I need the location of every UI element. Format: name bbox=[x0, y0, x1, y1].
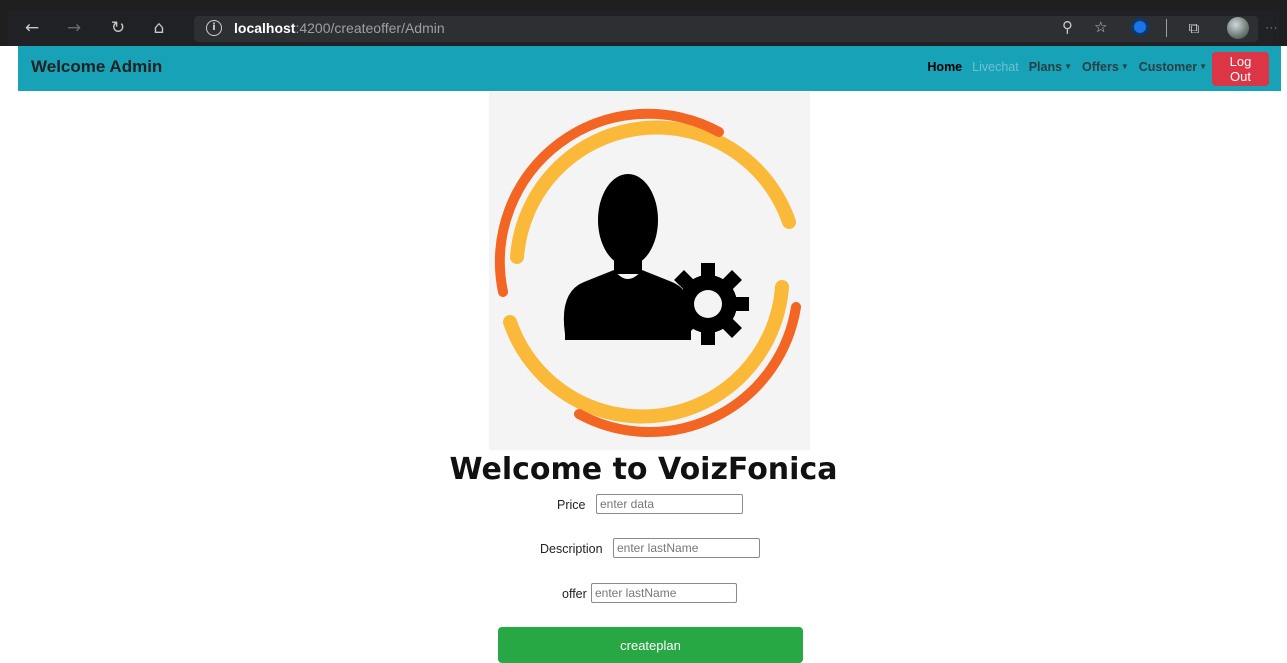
back-arrow-icon[interactable]: ← bbox=[18, 10, 46, 46]
admin-settings-icon bbox=[494, 108, 801, 437]
navbar-brand[interactable]: Welcome Admin bbox=[31, 57, 162, 77]
offer-label: offer bbox=[562, 587, 587, 601]
admin-logo-image bbox=[489, 92, 810, 450]
chevron-down-icon: ▼ bbox=[1064, 62, 1072, 71]
toolbar-divider bbox=[1166, 19, 1167, 37]
address-url: localhost:4200/createoffer/Admin bbox=[234, 20, 445, 36]
offer-input[interactable] bbox=[591, 583, 737, 603]
url-path: :4200/createoffer/Admin bbox=[295, 20, 445, 36]
nav-customer-label: Customer bbox=[1138, 60, 1198, 74]
address-bar[interactable]: i localhost:4200/createoffer/Admin ⚲ ☆ bbox=[194, 16, 1258, 42]
favorite-star-icon[interactable]: ☆ bbox=[1094, 18, 1107, 36]
nav-plans-label: Plans bbox=[1028, 60, 1063, 74]
site-info-icon[interactable]: i bbox=[206, 20, 222, 36]
logout-button[interactable]: Log Out bbox=[1212, 52, 1269, 86]
extension-icon[interactable] bbox=[1134, 21, 1146, 33]
refresh-icon[interactable]: ↻ bbox=[104, 10, 132, 46]
page-title: Welcome to VoizFonica bbox=[449, 452, 838, 487]
nav-livechat-link[interactable]: Livechat bbox=[972, 60, 1019, 74]
description-label: Description bbox=[540, 542, 603, 556]
more-menu-icon[interactable]: ⋯ bbox=[1264, 10, 1279, 46]
forward-arrow-icon[interactable]: → bbox=[60, 10, 88, 46]
chevron-down-icon: ▼ bbox=[1120, 62, 1129, 71]
description-input[interactable] bbox=[613, 538, 760, 558]
url-host: localhost bbox=[234, 20, 296, 36]
profile-avatar[interactable] bbox=[1227, 17, 1249, 39]
zoom-icon[interactable]: ⚲ bbox=[1062, 18, 1073, 36]
browser-chrome: ← → ↻ ⌂ i localhost:4200/createoffer/Adm… bbox=[0, 0, 1287, 46]
nav-plans-dropdown[interactable]: Plans ▼ bbox=[1029, 60, 1072, 74]
home-icon[interactable]: ⌂ bbox=[145, 10, 173, 46]
nav-links: Home Livechat Plans ▼ Offers ▼ Customer ▼ bbox=[927, 60, 1207, 74]
nav-offers-dropdown[interactable]: Offers ▼ bbox=[1082, 60, 1129, 74]
browser-toolbar: ← → ↻ ⌂ i localhost:4200/createoffer/Adm… bbox=[8, 10, 1279, 46]
nav-home-link[interactable]: Home bbox=[927, 60, 962, 74]
collections-icon[interactable]: ⧉ bbox=[1180, 10, 1208, 46]
nav-offers-label: Offers bbox=[1081, 60, 1119, 74]
price-label: Price bbox=[557, 498, 586, 512]
price-input[interactable] bbox=[596, 494, 743, 514]
nav-customer-dropdown[interactable]: Customer ▼ bbox=[1139, 60, 1207, 74]
chevron-down-icon: ▼ bbox=[1199, 62, 1207, 71]
top-navbar: Welcome Admin Home Livechat Plans ▼ Offer… bbox=[18, 46, 1281, 91]
createplan-button[interactable]: createplan bbox=[498, 627, 803, 663]
